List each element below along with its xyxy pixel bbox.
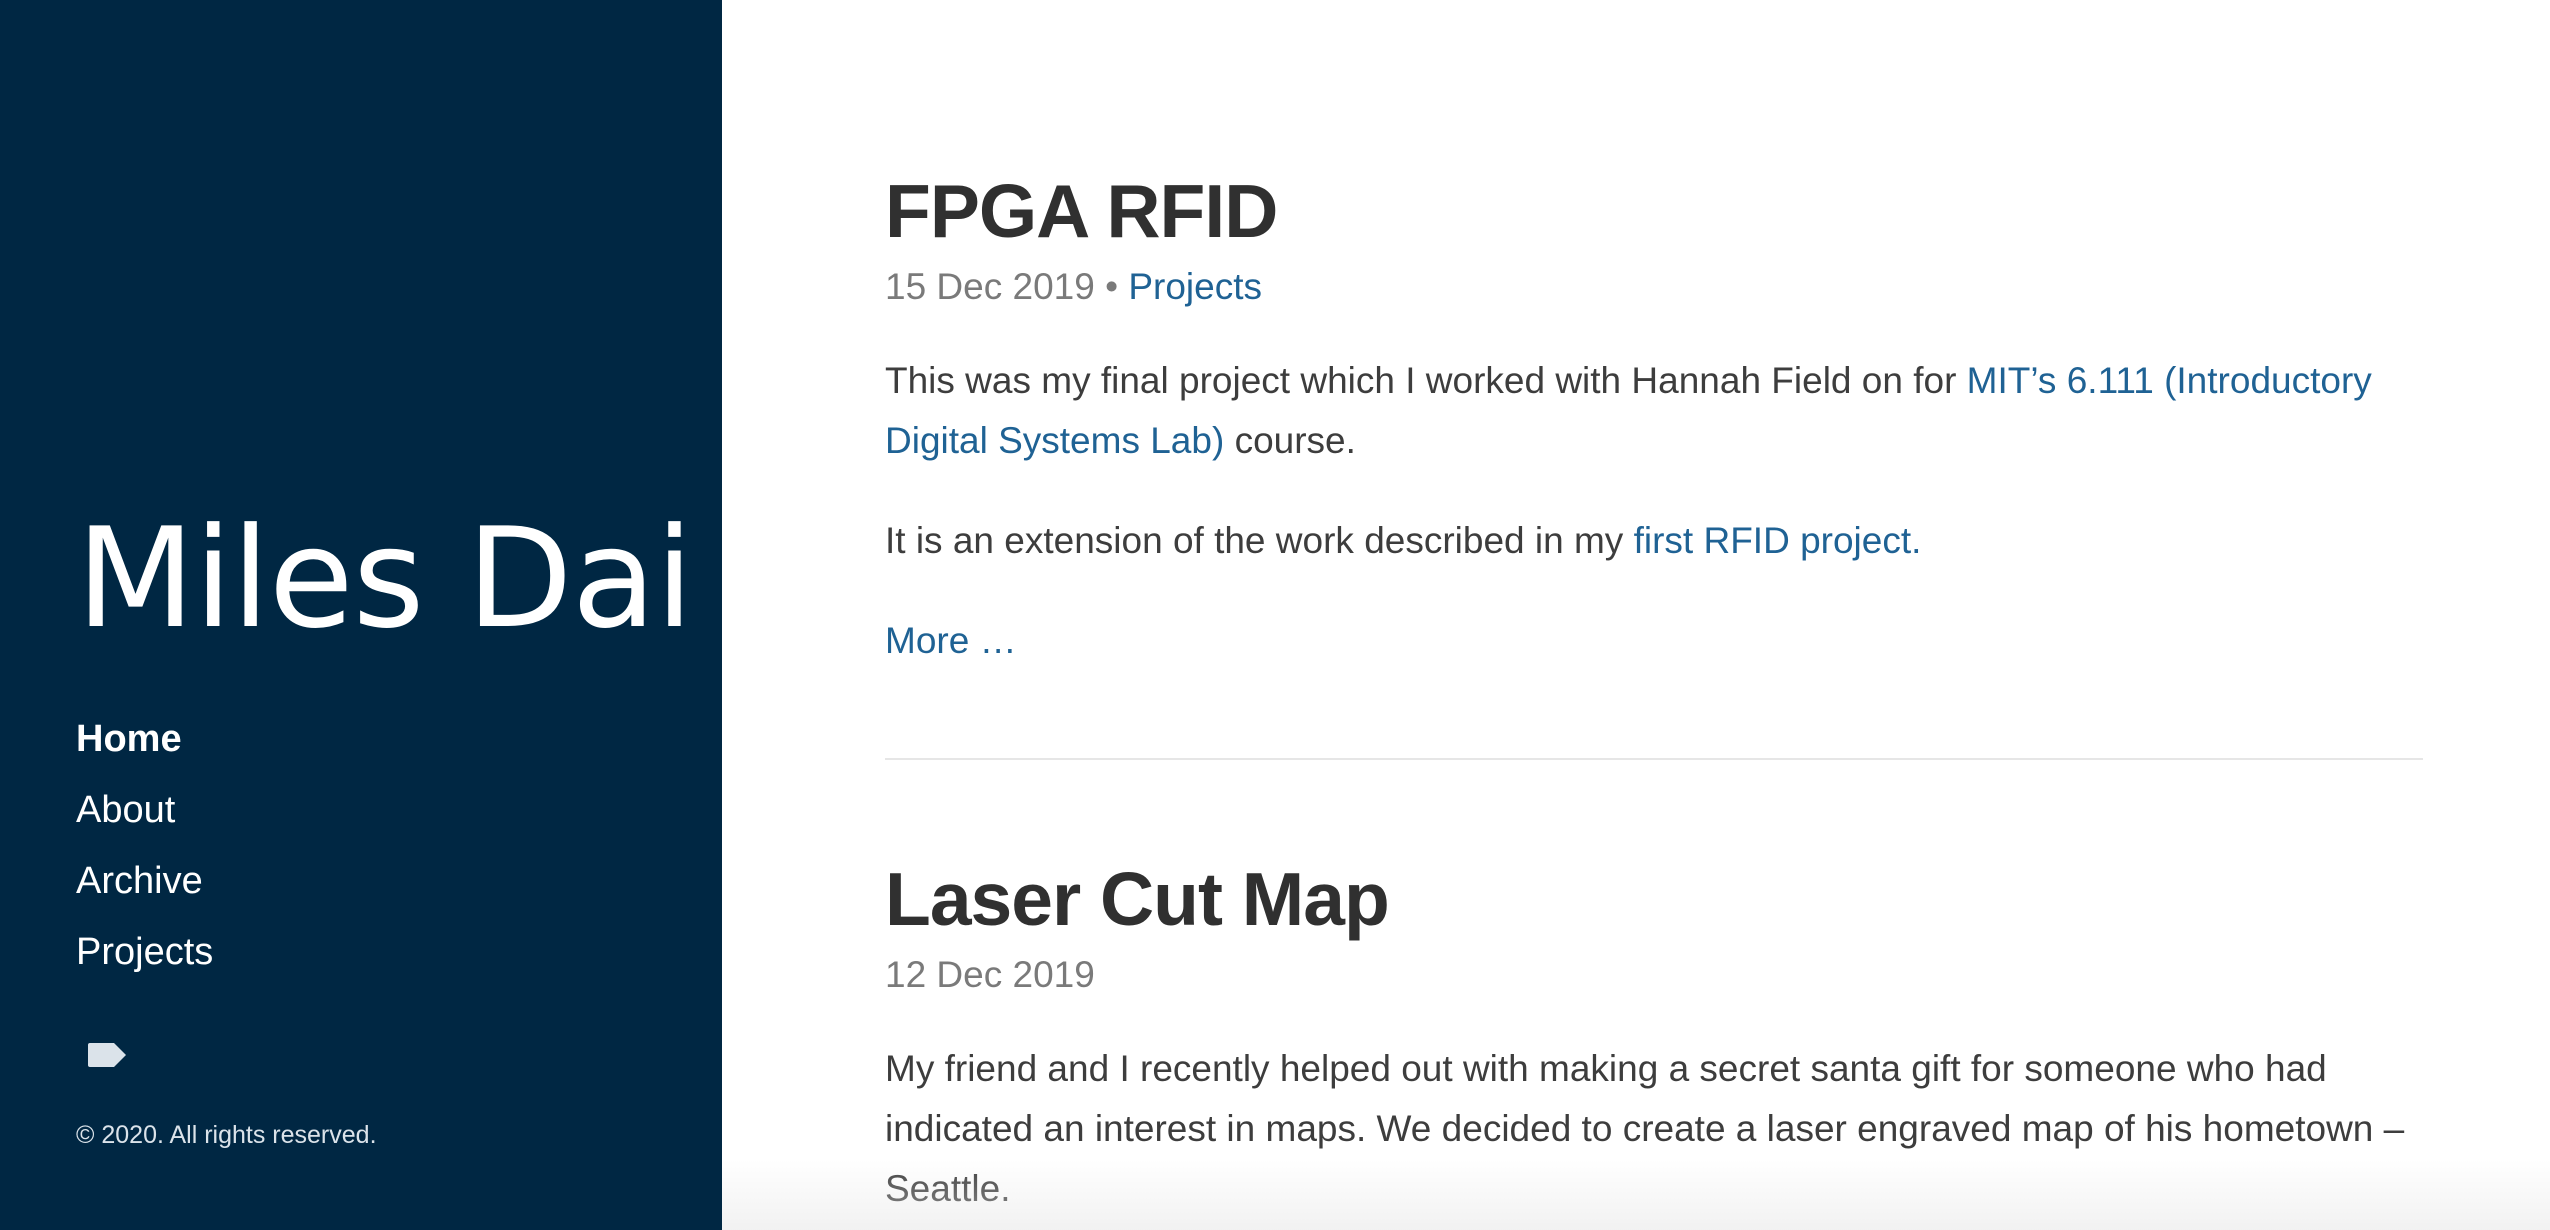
- post-laser-cut-map: Laser Cut Map 12 Dec 2019 My friend and …: [885, 858, 2423, 1219]
- post-meta: 15 Dec 2019 • Projects: [885, 263, 2423, 311]
- sidebar: Miles Dai Home About Archive Projects © …: [0, 0, 722, 1230]
- post-paragraph: My friend and I recently helped out with…: [885, 1047, 2405, 1209]
- post-divider: [885, 758, 2423, 760]
- copyright-text: © 2020. All rights reserved.: [76, 1121, 377, 1149]
- post-meta: 12 Dec 2019: [885, 951, 2423, 999]
- first-rfid-project-link[interactable]: first RFID project.: [1634, 520, 1922, 561]
- more-link[interactable]: More …: [885, 611, 1017, 671]
- paragraph-text: This was my final project which I worked…: [885, 359, 1967, 401]
- site-title[interactable]: Miles Dai: [76, 510, 694, 648]
- post-paragraph: It is an extension of the work described…: [885, 511, 2423, 571]
- meta-separator: •: [1105, 265, 1119, 307]
- nav-item-about[interactable]: About: [76, 775, 213, 846]
- paragraph-text: course.: [1224, 419, 1356, 461]
- nav-item-projects[interactable]: Projects: [76, 917, 213, 988]
- post-date: 12 Dec 2019: [885, 953, 1095, 995]
- post-paragraph: This was my final project which I worked…: [885, 351, 2423, 471]
- post-title[interactable]: Laser Cut Map: [885, 858, 2423, 941]
- category-link-projects[interactable]: Projects: [1128, 266, 1262, 307]
- tag-icon[interactable]: [86, 1041, 128, 1069]
- post-fpga-rfid: FPGA RFID 15 Dec 2019 • Projects This wa…: [885, 170, 2423, 671]
- nav-item-home[interactable]: Home: [76, 704, 213, 775]
- main-content: FPGA RFID 15 Dec 2019 • Projects This wa…: [722, 0, 2550, 1230]
- post-date: 15 Dec 2019: [885, 265, 1095, 307]
- post-title[interactable]: FPGA RFID: [885, 170, 2423, 253]
- sidebar-nav: Home About Archive Projects: [76, 704, 213, 988]
- paragraph-text: It is an extension of the work described…: [885, 519, 1634, 561]
- nav-item-archive[interactable]: Archive: [76, 846, 213, 917]
